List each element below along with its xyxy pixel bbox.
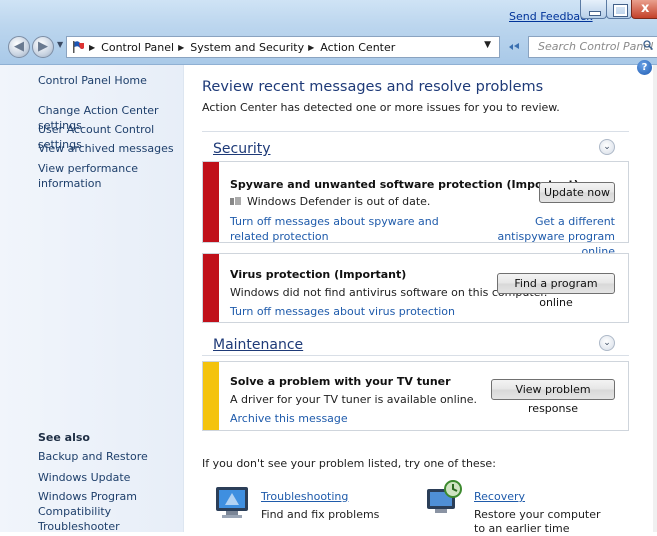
severity-stripe-warning [203,362,219,430]
recovery-link[interactable]: Recovery [474,490,525,503]
back-arrow-icon: ◀ [14,39,24,54]
sidebar-item-view-archived-messages[interactable]: View archived messages [38,141,174,156]
section-divider [202,355,629,356]
breadcrumb-separator-icon[interactable]: ▶ [89,43,95,52]
see-also-backup-and-restore[interactable]: Backup and Restore [38,449,148,464]
troubleshooting-description: Find and fix problems [261,508,380,521]
view-problem-response-button[interactable]: View problem response [491,379,615,415]
security-heading-label: Security [213,141,271,157]
search-placeholder: Search Control Panel [538,40,654,53]
windows-defender-icon [230,197,241,205]
forward-arrow-icon: ▶ [38,39,48,54]
see-also-heading: See also [38,431,90,444]
vertical-scrollbar[interactable] [653,65,657,532]
left-navigation-pane: Control Panel Home Change Action Center … [0,65,184,534]
address-dropdown-icon[interactable]: ▼ [484,40,491,50]
spyware-card-status: Windows Defender is out of date. [230,195,430,208]
help-icon[interactable]: ? [637,60,652,75]
virus-card-title: Virus protection (Important) [230,268,407,281]
address-bar[interactable]: ▶ Control Panel ▶ System and Security ▶ … [66,36,500,58]
breadcrumb-system-and-security[interactable]: System and Security [190,41,304,54]
forward-button[interactable]: ▶ [32,36,54,58]
maintenance-collapse-chevron-icon[interactable]: ⌄ [599,335,615,351]
refresh-button[interactable] [503,36,525,58]
see-also-program-compatibility-troubleshooter[interactable]: Windows Program Compatibility Troublesho… [38,489,178,534]
virus-protection-card: Virus protection (Important) Windows did… [202,253,629,323]
section-divider [202,131,629,132]
page-title: Review recent messages and resolve probl… [202,79,544,95]
spyware-protection-card: Spyware and unwanted software protection… [202,161,629,258]
update-now-button[interactable]: Update now [539,182,615,203]
sidebar-item-control-panel-home[interactable]: Control Panel Home [38,73,147,88]
close-button[interactable]: x [631,0,657,19]
security-collapse-chevron-icon[interactable]: ⌄ [599,139,615,155]
troubleshooting-link[interactable]: Troubleshooting [261,490,348,503]
breadcrumb-separator-icon[interactable]: ▶ [178,43,184,52]
maintenance-heading-label: Maintenance [213,337,304,353]
close-icon: x [641,1,650,16]
security-section-heading[interactable]: Security [213,141,271,157]
tv-tuner-card-status: A driver for your TV tuner is available … [230,393,477,406]
breadcrumb-action-center[interactable]: Action Center [320,41,395,54]
refresh-icon [509,43,519,50]
breadcrumb-control-panel[interactable]: Control Panel [101,41,174,54]
maximize-button[interactable] [606,0,632,19]
severity-stripe-important [203,162,219,242]
minimize-button[interactable] [580,0,607,19]
recent-pages-dropdown-icon[interactable]: ▼ [57,40,63,49]
recovery-icon[interactable] [424,479,464,515]
turn-off-spyware-messages-link[interactable]: Turn off messages about spyware and rela… [230,214,450,244]
tv-tuner-card-title: Solve a problem with your TV tuner [230,375,451,388]
spyware-card-title: Spyware and unwanted software protection… [230,178,579,191]
page-subtitle: Action Center has detected one or more i… [202,101,560,114]
breadcrumb-separator-icon[interactable]: ▶ [308,43,314,52]
back-button[interactable]: ◀ [8,36,30,58]
title-bar: Send Feedback x ◀ ▶ ▼ ▶ Control Panel ▶ … [0,0,657,65]
troubleshoot-prompt-text: If you don't see your problem listed, tr… [202,457,496,470]
turn-off-virus-messages-link[interactable]: Turn off messages about virus protection [230,304,455,319]
find-program-online-button[interactable]: Find a program online [497,273,615,309]
severity-stripe-important [203,254,219,322]
see-also-windows-update[interactable]: Windows Update [38,470,130,485]
troubleshooting-icon[interactable] [212,483,252,519]
flag-icon [73,41,84,53]
maintenance-section-heading[interactable]: Maintenance [213,337,303,353]
tv-tuner-card: Solve a problem with your TV tuner A dri… [202,361,629,431]
search-input[interactable]: Search Control Panel [528,36,657,58]
archive-message-link[interactable]: Archive this message [230,411,348,426]
spyware-status-text: Windows Defender is out of date. [247,195,431,208]
main-content: ? Review recent messages and resolve pro… [184,60,657,535]
sidebar-item-view-performance-information[interactable]: View performance information [38,161,183,191]
search-icon[interactable] [643,40,653,50]
